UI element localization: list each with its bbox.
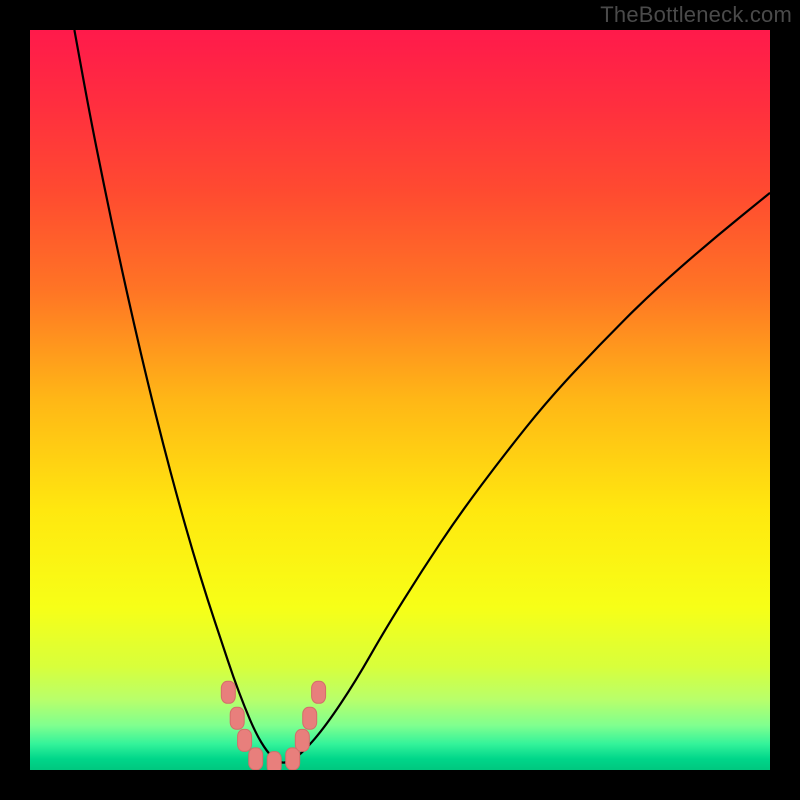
gradient-background [30, 30, 770, 770]
chart-svg [30, 30, 770, 770]
highlight-marker [230, 707, 244, 729]
watermark-text: TheBottleneck.com [600, 2, 792, 28]
highlight-marker [238, 729, 252, 751]
highlight-marker [303, 707, 317, 729]
highlight-marker [312, 681, 326, 703]
highlight-marker [286, 748, 300, 770]
highlight-marker [221, 681, 235, 703]
chart-frame: TheBottleneck.com [0, 0, 800, 800]
highlight-marker [249, 748, 263, 770]
highlight-marker [267, 752, 281, 770]
plot-area [30, 30, 770, 770]
highlight-marker [295, 729, 309, 751]
